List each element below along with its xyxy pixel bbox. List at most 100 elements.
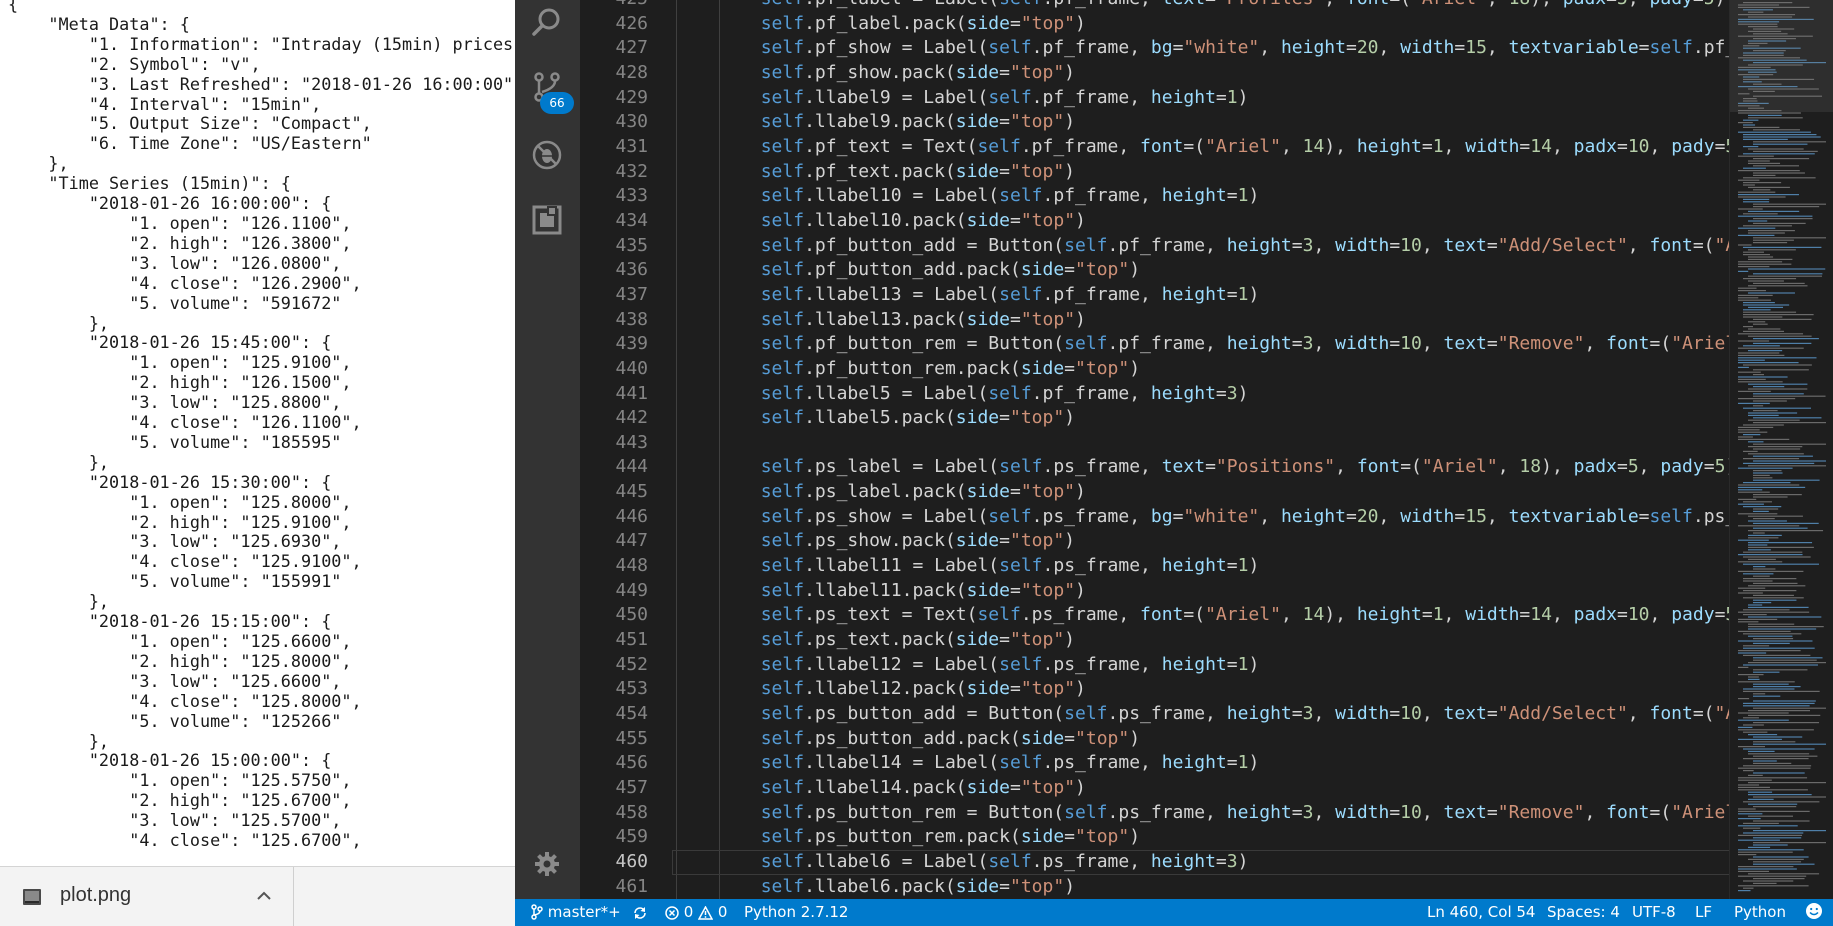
minimap-line [1748, 383, 1808, 385]
chevron-up-icon[interactable] [256, 889, 272, 903]
code-line[interactable]: self.llabel9 = Label(self.pf_frame, heig… [672, 86, 1745, 111]
minimap-line [1753, 736, 1803, 738]
minimap-line [1753, 844, 1788, 846]
line-number: 445 [615, 481, 648, 503]
code-line[interactable]: self.llabel10.pack(side="top") [672, 209, 1745, 234]
minimap-line [1743, 609, 1790, 611]
feedback-button[interactable] [1805, 899, 1823, 926]
code-line[interactable]: self.ps_button_add = Button(self.ps_fram… [672, 702, 1745, 727]
minimap-line [1748, 280, 1784, 282]
code-line[interactable]: self.llabel6.pack(side="top") [672, 875, 1745, 900]
minimap-line [1738, 746, 1766, 748]
code-area[interactable]: self.pf_label = Label(self.pf_frame, tex… [672, 0, 1745, 899]
search-icon[interactable] [530, 6, 564, 40]
minimap-line [1753, 686, 1801, 688]
minimap-line [1743, 702, 1815, 704]
code-line[interactable]: self.llabel12 = Label(self.ps_frame, hei… [672, 653, 1745, 678]
line-number: 432 [615, 160, 648, 182]
code-line[interactable]: self.ps_label.pack(side="top") [672, 480, 1745, 505]
code-line[interactable]: self.pf_button_rem = Button(self.pf_fram… [672, 332, 1745, 357]
code-line[interactable]: self.pf_show.pack(side="top") [672, 61, 1745, 86]
code-line[interactable]: self.pf_show = Label(self.pf_frame, bg="… [672, 36, 1745, 61]
line-number: 443 [615, 431, 648, 453]
code-line[interactable]: self.llabel5 = Label(self.pf_frame, heig… [672, 382, 1745, 407]
code-line[interactable]: self.pf_button_add.pack(side="top") [672, 258, 1745, 283]
code-line[interactable]: self.ps_label = Label(self.ps_frame, tex… [672, 455, 1745, 480]
code-line[interactable]: self.ps_text = Text(self.ps_frame, font=… [672, 603, 1745, 628]
code-line[interactable] [672, 431, 1745, 456]
language-mode[interactable]: Python [1734, 899, 1786, 926]
code-line[interactable]: self.llabel11 = Label(self.ps_frame, hei… [672, 554, 1745, 579]
minimap-line [1753, 669, 1808, 671]
code-line[interactable]: self.llabel5.pack(side="top") [672, 406, 1745, 431]
minimap-line [1738, 170, 1800, 172]
minimap-line [1738, 650, 1801, 652]
code-line[interactable]: self.pf_text.pack(side="top") [672, 160, 1745, 185]
code-line[interactable]: self.llabel13 = Label(self.pf_frame, hei… [672, 283, 1745, 308]
code-line[interactable]: self.llabel12.pack(side="top") [672, 677, 1745, 702]
code-line[interactable]: self.llabel10 = Label(self.pf_frame, hei… [672, 184, 1745, 209]
code-line[interactable]: self.ps_button_rem.pack(side="top") [672, 825, 1745, 850]
code-line[interactable]: self.llabel14 = Label(self.ps_frame, hei… [672, 751, 1745, 776]
code-line[interactable]: self.pf_button_add = Button(self.pf_fram… [672, 234, 1745, 259]
code-line[interactable]: self.llabel6 = Label(self.ps_frame, heig… [672, 849, 1745, 875]
minimap-line [1748, 162, 1781, 164]
minimap-line [1753, 422, 1826, 424]
code-line[interactable]: self.pf_text = Text(self.pf_frame, font=… [672, 135, 1745, 160]
minimap-line [1743, 450, 1758, 452]
code-line[interactable]: self.llabel13.pack(side="top") [672, 308, 1745, 333]
minimap-line [1743, 330, 1785, 332]
minimap-line [1743, 827, 1761, 829]
minimap-line [1748, 616, 1822, 618]
encoding-setting[interactable]: UTF-8 [1632, 899, 1676, 926]
problems-indicator[interactable]: 0 0 [665, 899, 727, 926]
minimap-line [1753, 820, 1810, 822]
code-line[interactable]: self.ps_button_add.pack(side="top") [672, 727, 1745, 752]
json-viewer-pane: { "Meta Data": { "1. Information": "Intr… [0, 0, 515, 866]
git-branch-icon [531, 904, 543, 920]
minimap-line [1748, 604, 1763, 606]
minimap-line [1753, 395, 1826, 397]
extensions-icon[interactable] [530, 203, 564, 237]
code-line[interactable]: self.llabel9.pack(side="top") [672, 110, 1745, 135]
debug-icon[interactable] [530, 138, 564, 172]
sync-button[interactable] [633, 899, 647, 926]
code-line[interactable]: self.llabel14.pack(side="top") [672, 776, 1745, 801]
code-line[interactable]: self.ps_show = Label(self.ps_frame, bg="… [672, 505, 1745, 530]
line-number: 429 [615, 86, 648, 108]
minimap-line [1738, 712, 1789, 714]
indentation-setting[interactable]: Spaces: 4 [1547, 899, 1620, 926]
settings-gear-icon[interactable] [533, 850, 561, 878]
code-line[interactable]: self.ps_show.pack(side="top") [672, 529, 1745, 554]
minimap-slider[interactable] [1730, 0, 1833, 112]
minimap-line [1748, 626, 1824, 628]
minimap[interactable] [1729, 0, 1833, 899]
code-line[interactable]: self.ps_text.pack(side="top") [672, 628, 1745, 653]
code-line[interactable]: self.pf_button_rem.pack(side="top") [672, 357, 1745, 382]
code-line[interactable]: self.llabel11.pack(side="top") [672, 579, 1745, 604]
minimap-line [1738, 398, 1796, 400]
minimap-line [1738, 208, 1763, 210]
line-number: 435 [615, 234, 648, 256]
minimap-line [1738, 347, 1804, 349]
minimap-line [1738, 270, 1749, 272]
minimap-line [1753, 693, 1766, 695]
download-item-plot[interactable]: plot.png [0, 867, 294, 926]
minimap-line [1743, 311, 1797, 313]
minimap-line [1738, 426, 1774, 428]
minimap-line [1748, 256, 1774, 258]
minimap-line [1748, 542, 1813, 544]
minimap-line [1738, 630, 1791, 632]
minimap-line [1743, 724, 1764, 726]
python-interpreter[interactable]: Python 2.7.12 [744, 899, 848, 926]
minimap-line [1738, 738, 1782, 740]
code-line[interactable]: self.pf_label.pack(side="top") [672, 12, 1745, 37]
line-number-gutter: 425426 427428 429 430431 432 433434 435 436437 4… [580, 0, 648, 899]
code-line[interactable]: self.pf_label = Label(self.pf_frame, tex… [672, 0, 1745, 12]
line-ending-setting[interactable]: LF [1695, 899, 1712, 926]
code-line[interactable]: self.ps_button_rem = Button(self.ps_fram… [672, 801, 1745, 826]
minimap-line [1743, 326, 1754, 328]
minimap-line [1738, 215, 1813, 217]
cursor-position[interactable]: Ln 460, Col 54 [1427, 899, 1535, 926]
branch-indicator[interactable]: master*+ [531, 899, 621, 926]
